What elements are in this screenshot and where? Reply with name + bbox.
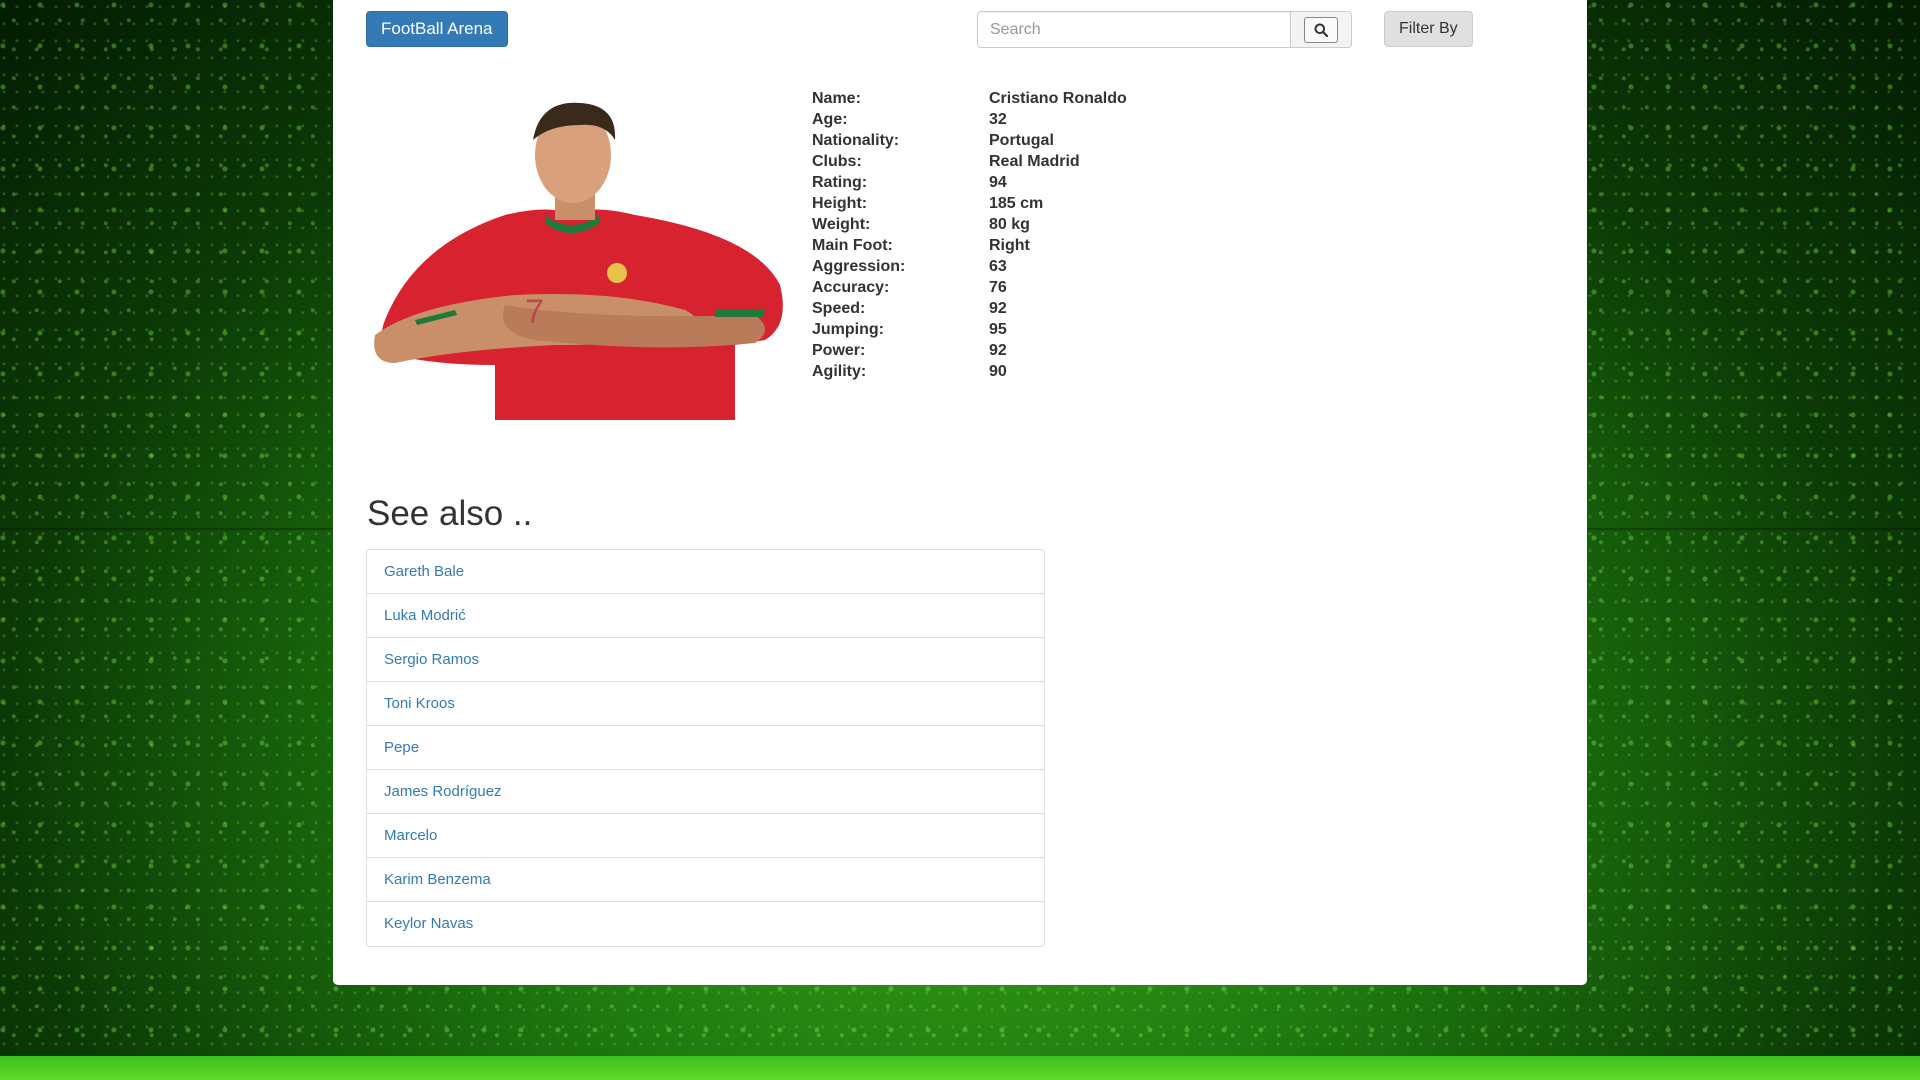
stat-value: Real Madrid (989, 153, 1080, 170)
brand-button[interactable]: FootBall Arena (366, 11, 508, 47)
stat-value: 185 cm (989, 195, 1044, 212)
stat-label: Name: (812, 90, 861, 107)
stat-label: Speed: (812, 300, 866, 317)
filter-by-button[interactable]: Filter By (1384, 11, 1473, 47)
stat-row-aggression: Aggression: 63 (812, 256, 1127, 277)
stat-row-weight: Weight: 80 kg (812, 214, 1127, 235)
stat-label: Rating: (812, 174, 868, 191)
list-item: James Rodríguez (367, 770, 1044, 814)
stat-row-rating: Rating: 94 (812, 172, 1127, 193)
stat-value: Cristiano Ronaldo (989, 90, 1127, 107)
player-link[interactable]: Pepe (384, 739, 419, 756)
stat-row-accuracy: Accuracy: 76 (812, 277, 1127, 298)
see-also-heading: See also .. (367, 494, 533, 533)
stat-label: Agility: (812, 363, 867, 380)
stat-row-power: Power: 92 (812, 340, 1127, 361)
stat-label: Accuracy: (812, 279, 890, 296)
player-link[interactable]: James Rodríguez (384, 783, 502, 800)
stat-value: Portugal (989, 132, 1054, 149)
stat-value: 95 (989, 321, 1007, 338)
stat-label: Nationality: (812, 132, 900, 149)
stat-value: 92 (989, 342, 1007, 359)
list-item: Marcelo (367, 814, 1044, 858)
player-link[interactable]: Luka Modrić (384, 607, 466, 624)
stat-label: Height: (812, 195, 868, 212)
see-also-list: Gareth Bale Luka Modrić Sergio Ramos Ton… (366, 549, 1045, 947)
player-link[interactable]: Marcelo (384, 827, 437, 844)
svg-text:7: 7 (525, 293, 544, 331)
stat-row-clubs: Clubs: Real Madrid (812, 151, 1127, 172)
background-bottom-band (0, 1056, 1920, 1080)
stat-label: Weight: (812, 216, 871, 233)
list-item: Karim Benzema (367, 858, 1044, 902)
list-item: Keylor Navas (367, 902, 1044, 946)
player-link[interactable]: Sergio Ramos (384, 651, 479, 668)
list-item: Toni Kroos (367, 682, 1044, 726)
stat-row-age: Age: 32 (812, 109, 1127, 130)
stat-label: Clubs: (812, 153, 862, 170)
player-link[interactable]: Keylor Navas (384, 915, 473, 932)
player-photo: 7 (355, 95, 790, 420)
stat-row-jumping: Jumping: 95 (812, 319, 1127, 340)
stat-value: 63 (989, 258, 1007, 275)
main-panel: FootBall Arena Filter By (333, 0, 1587, 985)
search-input[interactable] (977, 11, 1291, 48)
list-item: Sergio Ramos (367, 638, 1044, 682)
stat-row-height: Height: 185 cm (812, 193, 1127, 214)
stat-row-speed: Speed: 92 (812, 298, 1127, 319)
stat-value: 94 (989, 174, 1007, 191)
player-link[interactable]: Gareth Bale (384, 563, 464, 580)
stat-label: Age: (812, 111, 848, 128)
player-link[interactable]: Karim Benzema (384, 871, 491, 888)
stat-row-name: Name: Cristiano Ronaldo (812, 88, 1127, 109)
search-icon (1304, 16, 1338, 43)
stat-value: 76 (989, 279, 1007, 296)
stat-row-agility: Agility: 90 (812, 361, 1127, 382)
search-button[interactable] (1291, 11, 1352, 48)
stat-label: Aggression: (812, 258, 906, 275)
list-item: Luka Modrić (367, 594, 1044, 638)
stat-value: 92 (989, 300, 1007, 317)
player-link[interactable]: Toni Kroos (384, 695, 455, 712)
stat-label: Power: (812, 342, 866, 359)
player-stats: Name: Cristiano Ronaldo Age: 32 Nationalit… (812, 88, 1127, 382)
stat-value: Right (989, 237, 1030, 254)
stat-row-main-foot: Main Foot: Right (812, 235, 1127, 256)
stat-value: 32 (989, 111, 1007, 128)
stat-value: 80 kg (989, 216, 1030, 233)
stat-value: 90 (989, 363, 1007, 380)
stat-label: Main Foot: (812, 237, 893, 254)
list-item: Pepe (367, 726, 1044, 770)
search-form (977, 11, 1352, 48)
stat-row-nationality: Nationality: Portugal (812, 130, 1127, 151)
list-item: Gareth Bale (367, 550, 1044, 594)
stat-label: Jumping: (812, 321, 884, 338)
